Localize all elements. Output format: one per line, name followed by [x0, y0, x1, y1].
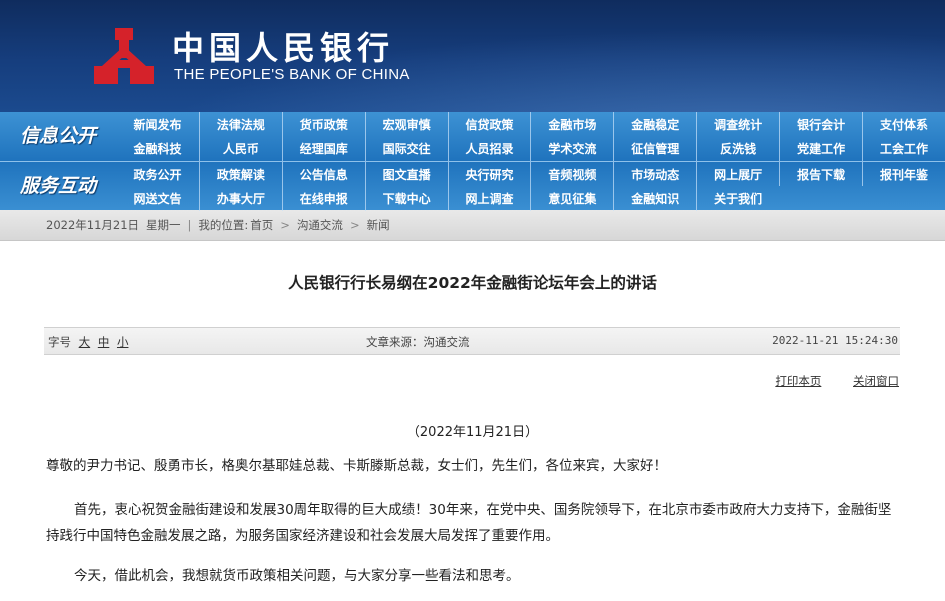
- article-paragraph: 尊敬的尹力书记、殷勇市长，格奥尔基耶娃总裁、卡斯滕斯总裁，女士们，先生们，各位来…: [46, 458, 667, 474]
- nav-item[interactable]: 网上调查: [447, 186, 531, 211]
- nav-item[interactable]: 图文直播: [364, 162, 448, 186]
- nav-item[interactable]: 网上展厅: [696, 162, 779, 186]
- article-content: 人民银行行长易纲在2022年金融街论坛年会上的讲话 字号 大 中 小 文章来源：…: [0, 241, 945, 601]
- breadcrumb-communication-link[interactable]: 沟通交流: [297, 218, 343, 232]
- nav-item[interactable]: 货币政策: [281, 112, 365, 136]
- pboc-emblem-icon[interactable]: [88, 26, 160, 88]
- nav-item[interactable]: 经理国库: [281, 136, 365, 161]
- logo-chinese-name[interactable]: 中国人民银行: [172, 30, 394, 66]
- nav-item[interactable]: 意见征集: [530, 186, 613, 211]
- nav-item[interactable]: 关于我们: [696, 186, 779, 211]
- font-size-large-link[interactable]: 大: [79, 335, 91, 349]
- nav-section-title: 服务互动: [19, 175, 96, 197]
- nav-item[interactable]: 信贷政策: [447, 112, 531, 136]
- nav-item[interactable]: 学术交流: [530, 136, 613, 161]
- nav-item[interactable]: 金融科技: [116, 136, 199, 161]
- font-size-small-link[interactable]: 小: [117, 335, 129, 349]
- article-paragraph: 今天，借此机会，我想就货币政策相关问题，与大家分享一些看法和思考。: [74, 568, 520, 584]
- font-size-controls: 字号 大 中 小: [48, 334, 128, 350]
- nav-grid: 新闻发布 法律法规 货币政策 宏观审慎 信贷政策 金融市场 金融稳定 调查统计 银行会计 支付体系…: [116, 112, 945, 161]
- nav-item[interactable]: 宏观审慎: [364, 112, 448, 136]
- print-page-link[interactable]: 打印本页: [775, 374, 821, 388]
- breadcrumb-separator: >: [349, 218, 360, 232]
- nav-item[interactable]: 人员招录: [447, 136, 531, 161]
- nav-item[interactable]: 法律法规: [198, 112, 282, 136]
- nav-section-title: 信息公开: [19, 125, 96, 147]
- article-meta-bar: 字号 大 中 小 文章来源：沟通交流 2022-11-21 15:24:30: [44, 327, 900, 355]
- article-title: 人民银行行长易纲在2022年金融街论坛年会上的讲话: [288, 274, 657, 292]
- nav-item[interactable]: 金融市场: [530, 112, 613, 136]
- nav-item[interactable]: 征信管理: [613, 136, 696, 161]
- nav-item[interactable]: 报告下载: [779, 162, 862, 186]
- article-tools: 打印本页 关闭窗口: [747, 373, 899, 389]
- nav-item[interactable]: 金融知识: [613, 186, 696, 211]
- nav-item[interactable]: 工会工作: [862, 136, 945, 161]
- nav-item[interactable]: 政策解读: [198, 162, 282, 186]
- nav-item[interactable]: 国际交往: [364, 136, 448, 161]
- nav-section-service-interaction: 服务互动 政务公开 政策解读 公告信息 图文直播 央行研究 音频视频 市场动态 网上展厅 报告下…: [0, 161, 945, 211]
- current-weekday: 星期一: [146, 218, 181, 232]
- nav-item[interactable]: 政务公开: [116, 162, 199, 186]
- logo-english-name[interactable]: THE PEOPLE'S BANK OF CHINA: [174, 66, 410, 83]
- nav-item[interactable]: 公告信息: [281, 162, 365, 186]
- nav-item[interactable]: 音频视频: [530, 162, 613, 186]
- breadcrumb-home-link[interactable]: 首页: [250, 218, 273, 232]
- nav-item[interactable]: 办事大厅: [198, 186, 282, 211]
- location-label: 我的位置:: [198, 218, 249, 232]
- nav-item[interactable]: 反洗钱: [696, 136, 779, 161]
- breadcrumb-news-link[interactable]: 新闻: [367, 218, 390, 232]
- nav-item[interactable]: 下载中心: [364, 186, 448, 211]
- font-size-label: 字号: [48, 335, 71, 349]
- close-window-link[interactable]: 关闭窗口: [853, 374, 899, 388]
- article-source: 文章来源：沟通交流: [366, 335, 470, 349]
- nav-section-info-disclosure: 信息公开 新闻发布 法律法规 货币政策 宏观审慎 信贷政策 金融市场 金融稳定 调查统计 银行会…: [0, 112, 945, 161]
- nav-item[interactable]: 银行会计: [779, 112, 862, 136]
- nav-item[interactable]: 网送文告: [116, 186, 199, 211]
- nav-item[interactable]: 市场动态: [613, 162, 696, 186]
- nav-item[interactable]: 人民币: [198, 136, 282, 161]
- speech-date: （2022年11月21日）: [406, 425, 539, 440]
- current-date: 2022年11月21日: [46, 218, 140, 232]
- nav-item[interactable]: 报刊年鉴: [862, 162, 945, 186]
- font-size-medium-link[interactable]: 中: [98, 335, 110, 349]
- nav-item[interactable]: 支付体系: [862, 112, 945, 136]
- site-header: 中国人民银行 THE PEOPLE'S BANK OF CHINA: [0, 0, 945, 112]
- breadcrumb: 2022年11月21日 星期一 | 我的位置: 首页 > 沟通交流 > 新闻: [0, 210, 945, 241]
- nav-item[interactable]: 新闻发布: [116, 112, 199, 136]
- nav-item[interactable]: 金融稳定: [613, 112, 696, 136]
- nav-item[interactable]: 调查统计: [696, 112, 779, 136]
- nav-grid: 政务公开 政策解读 公告信息 图文直播 央行研究 音频视频 市场动态 网上展厅 报告下载 报刊年鉴…: [116, 162, 945, 211]
- breadcrumb-separator: >: [280, 218, 290, 232]
- article-datetime: 2022-11-21 15:24:30: [772, 334, 898, 347]
- nav-item[interactable]: 党建工作: [779, 136, 862, 161]
- main-navigation: 信息公开 新闻发布 法律法规 货币政策 宏观审慎 信贷政策 金融市场 金融稳定 调查统计 银行会…: [0, 112, 945, 211]
- nav-item[interactable]: 在线申报: [281, 186, 365, 211]
- nav-item[interactable]: 央行研究: [447, 162, 531, 186]
- article-paragraph: 首先，衷心祝贺金融街建设和发展30周年取得的巨大成绩！30年来，在党中央、国务院…: [46, 502, 892, 544]
